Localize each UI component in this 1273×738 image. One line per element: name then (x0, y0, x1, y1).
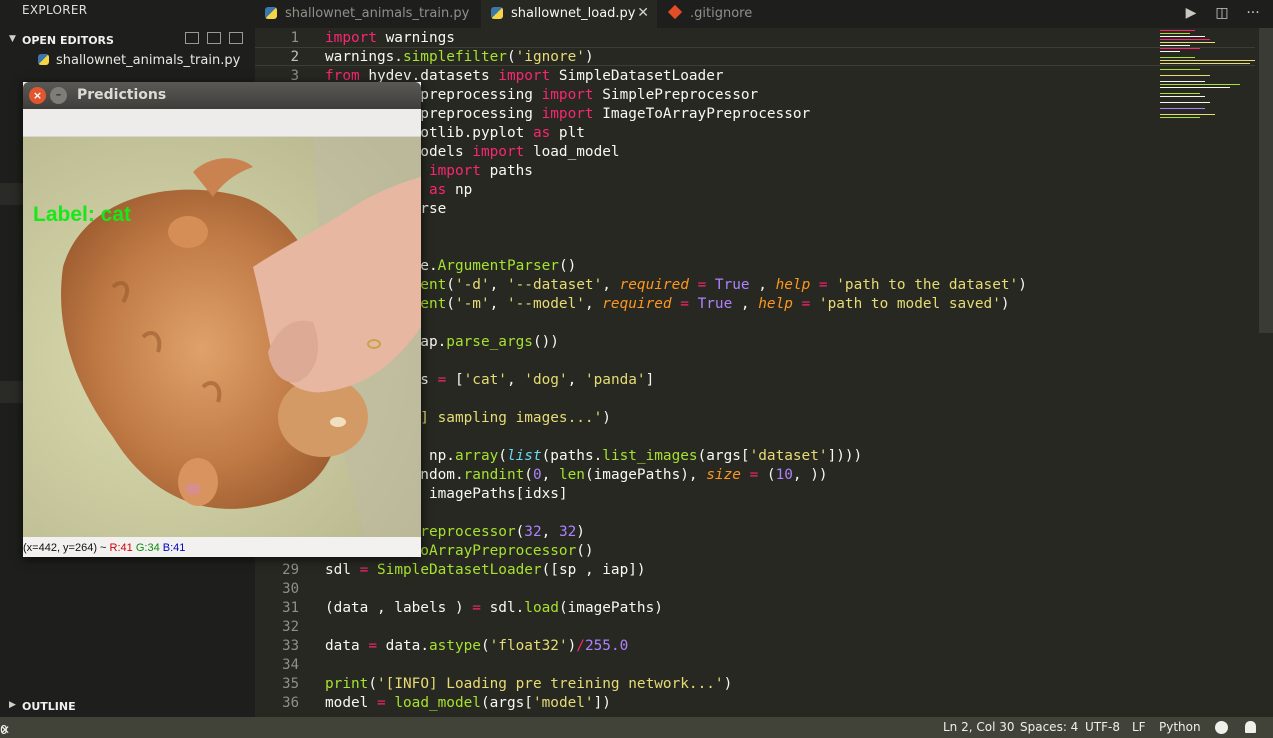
sidebar-row[interactable] (0, 183, 23, 205)
open-editor-item[interactable]: shallownet_animals_train.py (38, 53, 240, 73)
save-all-icon[interactable] (207, 32, 221, 44)
python-file-icon (491, 7, 503, 19)
line-number: 34 (282, 657, 299, 673)
line-number: 29 (282, 562, 299, 578)
editor-tabs: shallownet_animals_train.py shallownet_l… (255, 0, 1273, 28)
feedback-smiley-icon[interactable] (1215, 721, 1228, 734)
line-number: 33 (282, 638, 299, 654)
pixel-green-value: G:34 (135, 542, 160, 554)
tab-label: shallownet_animals_train.py (285, 6, 470, 21)
line-number: 1 (290, 30, 299, 46)
kitten-photo (23, 137, 421, 537)
problems-count: 0 (0, 723, 8, 737)
code-line: sdl = SimpleDatasetLoader([sp , iap]) (325, 562, 646, 578)
open-editors-header[interactable]: ▼ OPEN EDITORS (0, 29, 255, 51)
indentation[interactable]: Spaces: 4 (1020, 720, 1078, 734)
tab-gitignore[interactable]: .gitignore (657, 0, 777, 28)
window-toolbar (23, 109, 421, 137)
prediction-label: Label: cat (33, 203, 132, 226)
close-icon[interactable]: ✕ (637, 0, 649, 27)
predictions-window: × – Predictions Label: cat (x=442, y=264… (23, 82, 421, 557)
notifications-bell-icon[interactable] (1245, 721, 1256, 733)
encoding[interactable]: UTF-8 (1085, 720, 1120, 734)
window-minimize-icon[interactable]: – (50, 87, 67, 104)
open-editors-actions (177, 32, 247, 48)
line-number: 2 (290, 49, 299, 65)
window-titlebar[interactable]: × – Predictions (23, 82, 421, 109)
vertical-scrollbar[interactable] (1259, 28, 1273, 333)
open-editor-filename: shallownet_animals_train.py (56, 53, 241, 68)
minimap[interactable] (1160, 30, 1260, 125)
git-icon (667, 4, 683, 20)
code-line: print('[INFO] Loading pre treining netwo… (325, 676, 733, 692)
window-title: Predictions (77, 87, 167, 103)
code-line: (data , labels ) = sdl.load(imagePaths) (325, 600, 663, 616)
tab-label: .gitignore (690, 6, 753, 21)
cursor-coordinates: (x=442, y=264) ~ (23, 542, 107, 554)
outline-header[interactable]: ▶ OUTLINE (0, 695, 255, 717)
status-bar: ✕ 0 Ln 2, Col 30 Spaces: 4 UTF-8 LF Pyth… (0, 717, 1273, 738)
chevron-right-icon: ▶ (9, 700, 16, 710)
outline-label: OUTLINE (22, 700, 76, 713)
language-mode[interactable]: Python (1159, 720, 1201, 734)
line-number: 36 (282, 695, 299, 711)
cursor-position[interactable]: Ln 2, Col 30 (943, 720, 1015, 734)
code-line: ment('-d', '--dataset', required = True … (411, 277, 1027, 293)
code-line: warnings.simplefilter('ignore') (325, 49, 594, 65)
pixel-red-value: R:41 (109, 542, 133, 554)
tab-label: shallownet_load.py (511, 6, 636, 21)
code-line: data = data.astype('float32')/255.0 (325, 638, 629, 654)
open-editors-label: OPEN EDITORS (22, 34, 114, 47)
tab-shallownet-animals-train[interactable]: shallownet_animals_train.py (255, 0, 481, 28)
line-number: 35 (282, 676, 299, 692)
line-number: 30 (282, 581, 299, 597)
close-all-icon[interactable] (229, 32, 243, 44)
tab-shallownet-load[interactable]: shallownet_load.py ✕ (481, 0, 657, 28)
python-file-icon (265, 7, 277, 19)
run-icon[interactable]: ▶ (1183, 5, 1199, 21)
code-line: import warnings (325, 30, 455, 46)
explorer-title: EXPLORER (22, 3, 88, 17)
new-untitled-icon[interactable] (185, 32, 199, 44)
split-editor-icon[interactable]: ◫ (1214, 5, 1230, 21)
window-close-icon[interactable]: × (29, 87, 46, 104)
code-line: model = load_model(args['model']) (325, 695, 611, 711)
line-number: 32 (282, 619, 299, 635)
pixel-blue-value: B:41 (162, 542, 186, 554)
more-actions-icon[interactable]: ··· (1245, 5, 1261, 21)
code-line: ment('-m', '--model', required = True , … (411, 296, 1010, 312)
prediction-image[interactable]: Label: cat (23, 137, 421, 537)
image-status-bar: (x=442, y=264) ~ R:41 G:34 B:41 (23, 540, 421, 557)
python-file-icon (38, 54, 49, 65)
line-number: 31 (282, 600, 299, 616)
sidebar-row[interactable] (0, 381, 23, 403)
chevron-down-icon: ▼ (9, 34, 16, 44)
line-endings[interactable]: LF (1132, 720, 1146, 734)
